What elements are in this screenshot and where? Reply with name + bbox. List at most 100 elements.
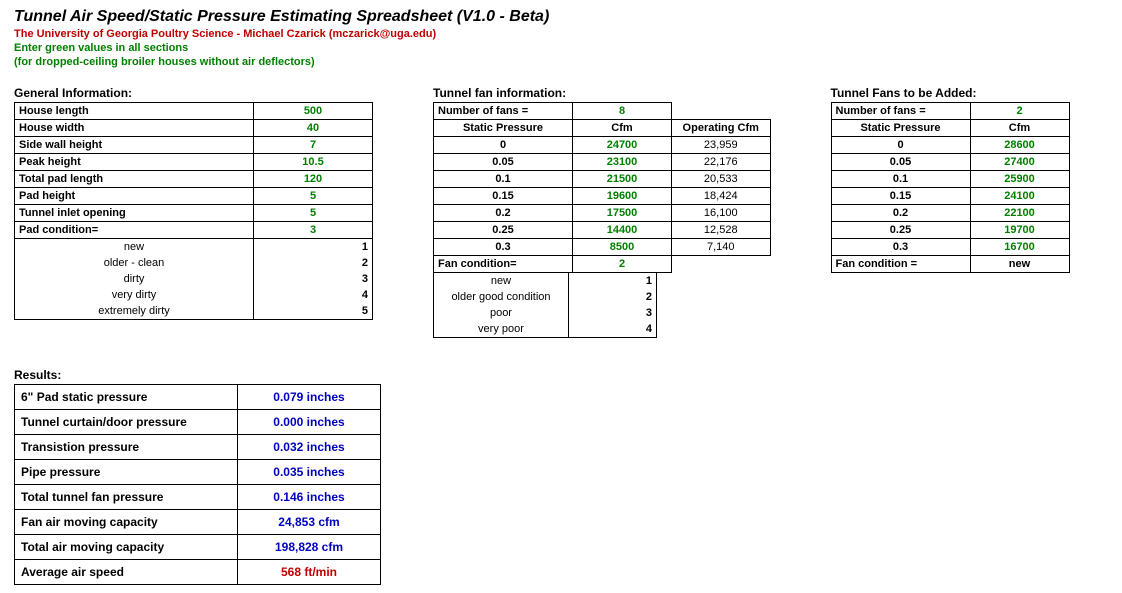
fan-condition-num: 2 (568, 289, 656, 305)
fans-added-header: Tunnel Fans to be Added: (831, 86, 1070, 100)
subtitle-instruction: Enter green values in all sections (14, 42, 1108, 54)
general-row-value[interactable]: 500 (254, 103, 373, 120)
result-value: 0.146 inches (238, 485, 381, 510)
sp-cell: 0.05 (831, 154, 970, 171)
sp-cell: 0.2 (434, 205, 573, 222)
general-row-label: Pad condition= (15, 222, 254, 239)
result-label: Total air moving capacity (15, 535, 238, 560)
fan-condition-label: Fan condition= (434, 256, 573, 273)
sp-cell: 0 (831, 137, 970, 154)
fan-condition-table: new 1older good condition 2poor 3very po… (433, 273, 657, 338)
result-label: Tunnel curtain/door pressure (15, 410, 238, 435)
cfm-cell[interactable]: 27400 (970, 154, 1069, 171)
op-cfm-cell: 12,528 (672, 222, 771, 239)
pad-condition-name: very dirty (15, 287, 254, 303)
cfm-cell[interactable]: 22100 (970, 205, 1069, 222)
cfm-cell[interactable]: 16700 (970, 239, 1069, 256)
general-row-value[interactable]: 120 (254, 171, 373, 188)
fan-condition-added-label: Fan condition = (831, 256, 970, 273)
cfm-cell[interactable]: 21500 (573, 171, 672, 188)
general-row-value[interactable]: 5 (254, 205, 373, 222)
cfm-cell[interactable]: 23100 (573, 154, 672, 171)
pad-condition-num: 1 (254, 239, 373, 255)
pad-condition-table: new 1older - clean 2dirty 3very dirty 4e… (14, 239, 373, 320)
result-value: 0.079 inches (238, 385, 381, 410)
cfm-cell[interactable]: 8500 (573, 239, 672, 256)
fan-condition-value[interactable]: 2 (573, 256, 672, 273)
general-row-label: Pad height (15, 188, 254, 205)
num-fans-added-label: Number of fans = (831, 103, 970, 120)
cfm-cell[interactable]: 14400 (573, 222, 672, 239)
pad-condition-name: older - clean (15, 255, 254, 271)
pad-condition-name: new (15, 239, 254, 255)
general-row-value[interactable]: 7 (254, 137, 373, 154)
result-value: 0.032 inches (238, 435, 381, 460)
tunnel-fan-header: Tunnel fan information: (433, 86, 771, 100)
general-row-value[interactable]: 3 (254, 222, 373, 239)
col-operating-cfm: Operating Cfm (672, 120, 771, 137)
sp-cell: 0.15 (831, 188, 970, 205)
tunnel-fan-section: Tunnel fan information: Number of fans =… (433, 86, 771, 338)
general-table: House length 500House width 40Side wall … (14, 102, 373, 239)
general-row-label: Side wall height (15, 137, 254, 154)
result-value: 24,853 cfm (238, 510, 381, 535)
sp-cell: 0.15 (434, 188, 573, 205)
blank-cell (672, 256, 771, 273)
result-value: 0.000 inches (238, 410, 381, 435)
cfm-cell[interactable]: 24700 (573, 137, 672, 154)
general-row-label: Total pad length (15, 171, 254, 188)
col-static-pressure: Static Pressure (434, 120, 573, 137)
sp-cell: 0.1 (434, 171, 573, 188)
pad-condition-num: 2 (254, 255, 373, 271)
sp-cell: 0.2 (831, 205, 970, 222)
op-cfm-cell: 23,959 (672, 137, 771, 154)
result-value: 198,828 cfm (238, 535, 381, 560)
general-row-value[interactable]: 40 (254, 120, 373, 137)
results-header: Results: (14, 368, 1108, 382)
cfm-cell[interactable]: 24100 (970, 188, 1069, 205)
subtitle-author: The University of Georgia Poultry Scienc… (14, 28, 1108, 40)
blank-cell (672, 103, 771, 120)
result-label: Transistion pressure (15, 435, 238, 460)
pad-condition-num: 4 (254, 287, 373, 303)
cfm-cell[interactable]: 28600 (970, 137, 1069, 154)
op-cfm-cell: 18,424 (672, 188, 771, 205)
num-fans-added-value[interactable]: 2 (970, 103, 1069, 120)
result-label: Average air speed (15, 560, 238, 585)
sp-cell: 0.25 (831, 222, 970, 239)
result-label: Total tunnel fan pressure (15, 485, 238, 510)
num-fans-value[interactable]: 8 (573, 103, 672, 120)
fan-condition-name: poor (434, 305, 569, 321)
fan-condition-added-value: new (970, 256, 1069, 273)
cfm-cell[interactable]: 25900 (970, 171, 1069, 188)
fan-condition-name: older good condition (434, 289, 569, 305)
fan-condition-num: 4 (568, 321, 656, 338)
sp-cell: 0 (434, 137, 573, 154)
general-row-value[interactable]: 10.5 (254, 154, 373, 171)
general-header: General Information: (14, 86, 373, 100)
num-fans-label: Number of fans = (434, 103, 573, 120)
general-row-label: Peak height (15, 154, 254, 171)
result-label: Fan air moving capacity (15, 510, 238, 535)
general-row-label: House width (15, 120, 254, 137)
sp-cell: 0.3 (434, 239, 573, 256)
result-label: 6" Pad static pressure (15, 385, 238, 410)
results-section: Results: 6" Pad static pressure 0.079 in… (14, 368, 1108, 585)
op-cfm-cell: 22,176 (672, 154, 771, 171)
cfm-cell[interactable]: 19600 (573, 188, 672, 205)
fan-condition-num: 1 (568, 273, 656, 289)
fans-added-section: Tunnel Fans to be Added: Number of fans … (831, 86, 1070, 273)
sp-cell: 0.25 (434, 222, 573, 239)
general-info-section: General Information: House length 500Hou… (14, 86, 373, 320)
results-table: 6" Pad static pressure 0.079 inchesTunne… (14, 384, 381, 585)
sp-cell: 0.1 (831, 171, 970, 188)
general-row-label: House length (15, 103, 254, 120)
page-title: Tunnel Air Speed/Static Pressure Estimat… (14, 8, 1108, 26)
cfm-cell[interactable]: 19700 (970, 222, 1069, 239)
general-row-value[interactable]: 5 (254, 188, 373, 205)
col-cfm: Cfm (970, 120, 1069, 137)
fans-added-table: Number of fans = 2 Static Pressure Cfm 0… (831, 102, 1070, 273)
cfm-cell[interactable]: 17500 (573, 205, 672, 222)
col-static-pressure: Static Pressure (831, 120, 970, 137)
result-value: 0.035 inches (238, 460, 381, 485)
